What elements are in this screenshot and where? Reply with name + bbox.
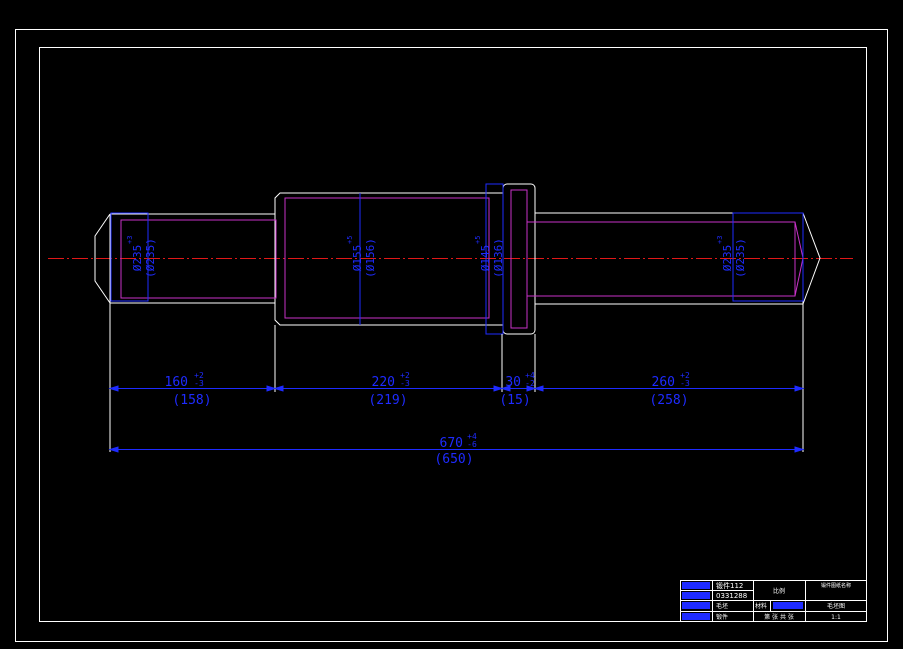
title-block-drawing-type: 毛坯图: [827, 602, 845, 610]
diameter-4-nominal: Ø235: [721, 245, 734, 272]
dim-seg3-nominal: 30: [505, 375, 521, 390]
dim-seg2: 220 +2 -3 (219): [368, 371, 410, 408]
title-block-r2-value: 0331288: [716, 592, 747, 600]
inner-frame: [39, 47, 867, 622]
title-block: 锻件112 0331288 毛坯 锻件 比例 材料 第 张 共 张 锻件图纸名称…: [680, 580, 867, 622]
diameter-label-2: Ø155 +5 (Ø156): [346, 236, 377, 278]
diameter-3-nominal: Ø145: [479, 245, 492, 272]
diameter-1-nominal: Ø235: [131, 245, 144, 272]
dim-seg3-actual: (15): [499, 393, 530, 408]
dim-seg1: 160 +2 -3 (158): [165, 371, 212, 408]
dim-seg3-tol-lower: -2: [525, 379, 535, 388]
title-block-label-1: [682, 582, 710, 589]
dim-seg1-tol-lower: -3: [194, 379, 204, 388]
diameter-1-tol: +3: [126, 236, 134, 244]
dim-seg2-actual: (219): [368, 393, 407, 408]
diameter-2-tol: +5: [346, 236, 354, 244]
title-block-label-3: [682, 602, 710, 609]
dim-total-tol-lower: -6: [467, 440, 477, 449]
outer-frame: [15, 29, 888, 642]
diameter-label-1: Ø235 +3 (Ø235): [126, 236, 157, 278]
title-block-drawing-name: 锻件图纸名称: [821, 582, 851, 589]
cad-drawing: 160 +2 -3 (158) 220 +2 -3 (219) 30 +4 -2…: [15, 29, 888, 642]
diameter-2-actual: (Ø156): [364, 238, 377, 278]
title-block-material-field: [773, 602, 803, 609]
title-block-r1-value: 锻件112: [716, 581, 743, 590]
dim-seg1-nominal: 160: [165, 375, 188, 390]
title-block-label-4: [682, 613, 710, 620]
diameter-3-tol: +5: [474, 236, 482, 244]
title-block-r4-value: 锻件: [716, 613, 728, 621]
dim-total-actual: (650): [434, 452, 473, 467]
dim-seg4-actual: (258): [649, 393, 688, 408]
title-block-scale-value: 1:1: [831, 614, 841, 621]
dim-seg1-actual: (158): [172, 393, 211, 408]
dim-seg4-nominal: 260: [652, 375, 675, 390]
diameter-4-tol: +3: [716, 236, 724, 244]
dim-seg2-tol-lower: -3: [400, 379, 410, 388]
dim-seg2-nominal: 220: [372, 375, 395, 390]
title-block-material-label: 材料: [755, 602, 767, 610]
dim-seg4-tol-lower: -3: [680, 379, 690, 388]
title-block-r3-value: 毛坯: [716, 602, 728, 610]
diameter-3-actual: (Ø136): [492, 238, 505, 278]
diameter-2-nominal: Ø155: [351, 245, 364, 272]
diameter-1-actual: (Ø235): [144, 238, 157, 278]
title-block-sheet-count: 第 张 共 张: [764, 613, 794, 621]
diameter-label-4: Ø235 +3 (Ø235): [716, 236, 747, 278]
dim-total-nominal: 670: [440, 436, 463, 451]
dim-seg4: 260 +2 -3 (258): [649, 371, 690, 408]
title-block-scale-label: 比例: [773, 587, 785, 595]
diameter-4-actual: (Ø235): [734, 238, 747, 278]
title-block-label-2: [682, 592, 710, 599]
